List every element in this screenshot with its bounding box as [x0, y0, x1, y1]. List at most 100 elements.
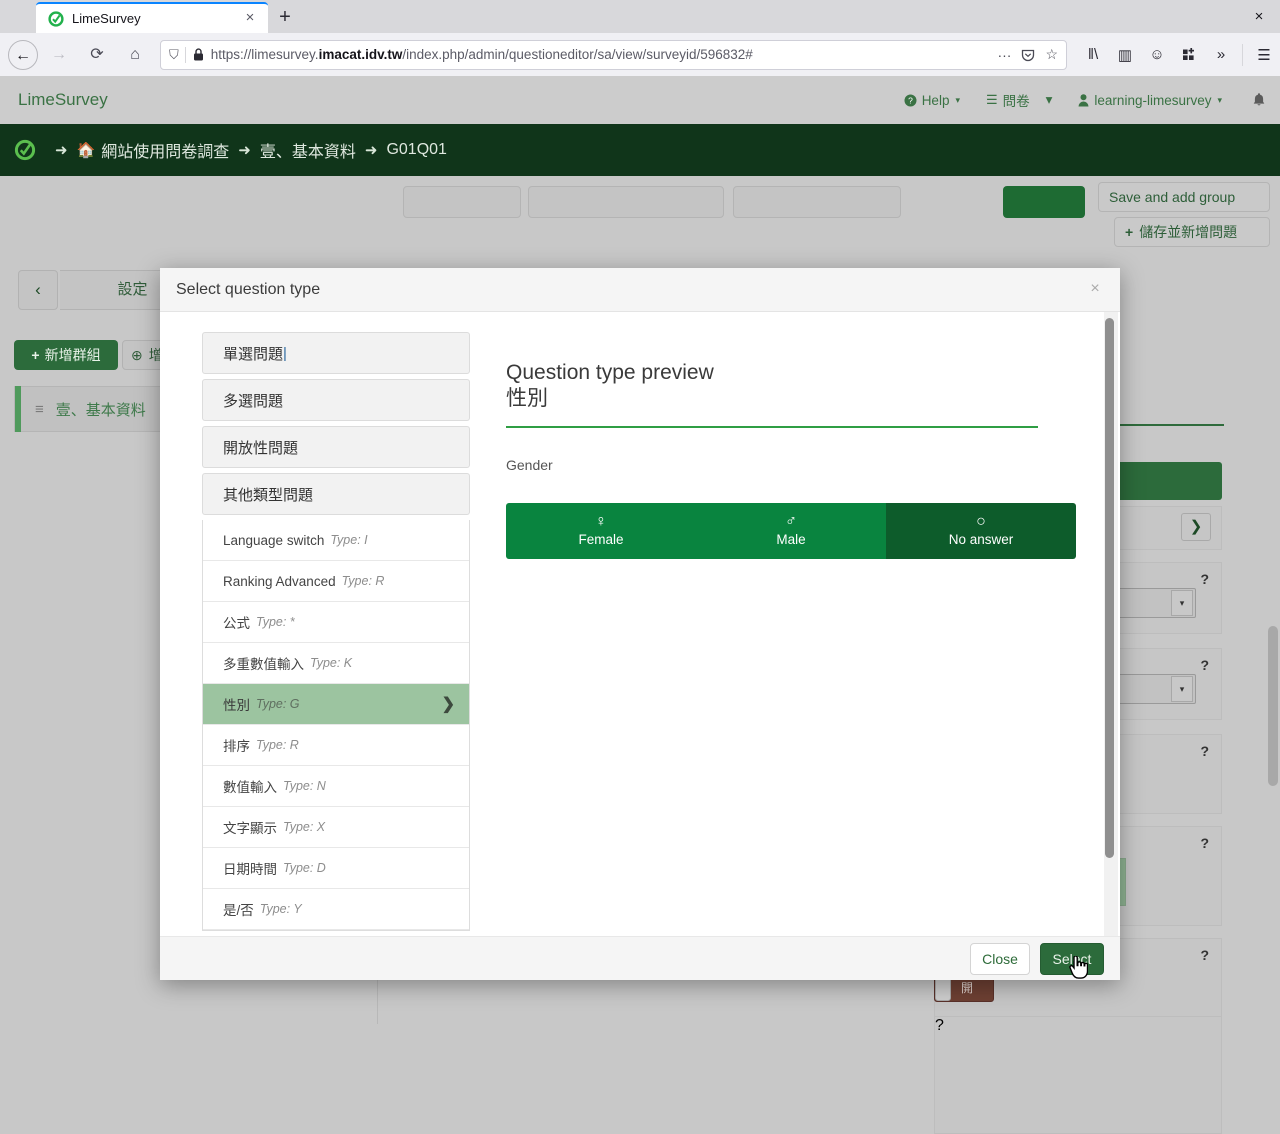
modal-title: Select question type: [176, 280, 321, 298]
question-type-code: Type: G: [256, 697, 300, 711]
list-item[interactable]: 是/否 Type: Y: [203, 889, 469, 930]
category-label: 開放性問題: [223, 439, 299, 457]
hamburger-menu-icon[interactable]: ☰: [1248, 46, 1280, 64]
question-category-single-choice[interactable]: 單選問題 |: [202, 332, 470, 374]
notifications-bell-icon[interactable]: [1252, 92, 1266, 108]
browser-reload-icon[interactable]: ⟳: [80, 40, 114, 70]
new-tab-button[interactable]: +: [272, 5, 298, 31]
modal-scrollbar-track[interactable]: [1104, 312, 1118, 936]
help-icon[interactable]: ?: [1200, 571, 1209, 587]
modal-close-icon[interactable]: ×: [1084, 278, 1106, 300]
library-icon[interactable]: ‖\: [1077, 46, 1109, 63]
topnav-item-user[interactable]: learning-limesurvey ▾: [1078, 93, 1222, 108]
list-item[interactable]: Language switch Type: I: [203, 520, 469, 561]
browser-tab-limesurvey[interactable]: LimeSurvey ×: [36, 2, 268, 33]
circle-icon: ○: [976, 513, 986, 530]
list-item-selected-gender[interactable]: 性別 Type: G ❯: [203, 684, 469, 725]
gender-option-label: Male: [776, 532, 806, 547]
bg-toolbar-pill[interactable]: [528, 186, 724, 218]
text-cursor: |: [283, 344, 287, 362]
browser-back-icon[interactable]: ←: [8, 39, 38, 70]
bookmark-star-icon[interactable]: ☆: [1045, 46, 1058, 63]
modal-footer: Close Select: [160, 936, 1120, 980]
drag-handle-icon[interactable]: ≡: [35, 401, 44, 418]
chevron-right-icon[interactable]: ❯: [1181, 513, 1211, 541]
account-icon[interactable]: ☺: [1141, 46, 1173, 63]
category-label: 其他類型問題: [223, 486, 314, 504]
urlbar-divider: [184, 46, 186, 63]
browser-url-bar[interactable]: ⛉ https://limesurvey.imacat.idv.tw/index…: [160, 39, 1067, 70]
help-icon[interactable]: ?: [1200, 835, 1209, 851]
list-item[interactable]: 文字顯示 Type: X: [203, 807, 469, 848]
plus-icon: +: [1125, 224, 1134, 240]
topnav-item-surveys[interactable]: ☰ 問卷: [986, 90, 1030, 110]
list-item[interactable]: 公式 Type: *: [203, 602, 469, 643]
limesurvey-logo-icon: [14, 139, 36, 161]
question-category-multiple-choice[interactable]: 多選問題: [202, 379, 470, 421]
bg-save-and-add-question-button[interactable]: + 儲存並新增問題: [1114, 217, 1270, 247]
question-category-other[interactable]: 其他類型問題: [202, 473, 470, 515]
select-button[interactable]: Select: [1040, 942, 1104, 975]
chevron-right-icon[interactable]: ❯: [442, 694, 455, 714]
question-type-code: Type: I: [330, 533, 368, 547]
gender-option-no-answer[interactable]: ○ No answer: [886, 502, 1076, 559]
list-item[interactable]: 數值輸入 Type: N: [203, 766, 469, 807]
breadcrumb-home-icon[interactable]: 🏠: [77, 141, 96, 159]
app-brand[interactable]: LimeSurvey: [18, 90, 108, 110]
topnav-surveys-caret[interactable]: ▾: [1046, 92, 1053, 108]
help-icon[interactable]: ?: [1200, 947, 1209, 963]
breadcrumb-arrow-icon: ➜: [238, 142, 251, 159]
window-close-button[interactable]: ×: [1246, 6, 1272, 28]
app-topnav: ? Help ▾ ☰ 問卷 ▾ learning-limesurvey ▾: [878, 90, 1280, 110]
gender-option-group: ♀ Female ♂ Male ○ No answer: [506, 502, 1076, 559]
topnav-item-help[interactable]: ? Help ▾: [904, 93, 960, 108]
preview-subheading: 性別: [506, 387, 548, 411]
app-topbar: LimeSurvey ? Help ▾ ☰ 問卷 ▾ learning-lime…: [0, 76, 1280, 124]
breadcrumb-item-question[interactable]: G01Q01: [386, 141, 446, 159]
preview-question-text: Gender: [506, 456, 553, 473]
list-item[interactable]: 排序 Type: R: [203, 725, 469, 766]
question-type-code: Type: N: [283, 779, 326, 793]
overflow-menu-icon[interactable]: »: [1205, 46, 1237, 63]
browser-tabstrip: LimeSurvey × + ×: [0, 0, 1280, 33]
question-category-open-ended[interactable]: 開放性問題: [202, 426, 470, 468]
bg-save-button[interactable]: [1003, 186, 1085, 218]
list-item[interactable]: 多重數值輸入 Type: K: [203, 643, 469, 684]
close-button[interactable]: Close: [970, 942, 1030, 975]
bg-add-group-button[interactable]: + 新增群組: [14, 340, 118, 370]
help-circle-icon: ?: [904, 94, 917, 106]
extensions-icon[interactable]: [1173, 47, 1205, 62]
gender-option-male[interactable]: ♂ Male: [696, 502, 886, 559]
browser-tab-close-icon[interactable]: ×: [240, 9, 260, 29]
help-icon[interactable]: ?: [935, 1017, 944, 1034]
question-type-name: 公式: [223, 616, 250, 631]
bg-back-button[interactable]: ‹: [18, 270, 58, 310]
breadcrumb-item-survey[interactable]: 網站使用問卷調查: [101, 138, 229, 162]
gender-option-female[interactable]: ♀ Female: [506, 502, 696, 559]
help-icon[interactable]: ?: [1200, 657, 1209, 673]
breadcrumb-item-group[interactable]: 壹、基本資料: [260, 138, 356, 162]
question-type-code: Type: Y: [259, 902, 302, 916]
sidebar-icon[interactable]: ▥: [1109, 46, 1141, 64]
list-item[interactable]: 日期時間 Type: D: [203, 848, 469, 889]
help-icon[interactable]: ?: [1200, 743, 1209, 759]
bg-toolbar-pill[interactable]: [733, 186, 901, 218]
browser-forward-icon[interactable]: →: [42, 40, 76, 70]
modal-scrollbar-thumb[interactable]: [1105, 318, 1114, 858]
browser-tab-title: LimeSurvey: [72, 11, 141, 26]
browser-home-icon[interactable]: ⌂: [118, 40, 152, 70]
preview-divider: [506, 425, 1038, 428]
modal-header: Select question type ×: [160, 268, 1120, 312]
pocket-icon[interactable]: [1021, 48, 1035, 62]
chevron-down-icon: ▾: [1171, 590, 1193, 616]
page-actions-icon[interactable]: ···: [997, 47, 1011, 63]
svg-text:?: ?: [908, 95, 913, 105]
browser-navbar: ← → ⟳ ⌂ ⛉ https://limesurvey.imacat.idv.…: [0, 33, 1280, 76]
bg-save-and-add-group-button[interactable]: Save and add group: [1098, 182, 1270, 212]
page-scrollbar-thumb[interactable]: [1268, 626, 1278, 786]
bg-toolbar-pill[interactable]: [403, 186, 521, 218]
tracking-shield-icon[interactable]: ⛉: [169, 47, 179, 63]
list-item[interactable]: Ranking Advanced Type: R: [203, 561, 469, 602]
question-type-code: Type: R: [256, 738, 299, 752]
bg-save-as-default-card: ?: [934, 1016, 1222, 1134]
